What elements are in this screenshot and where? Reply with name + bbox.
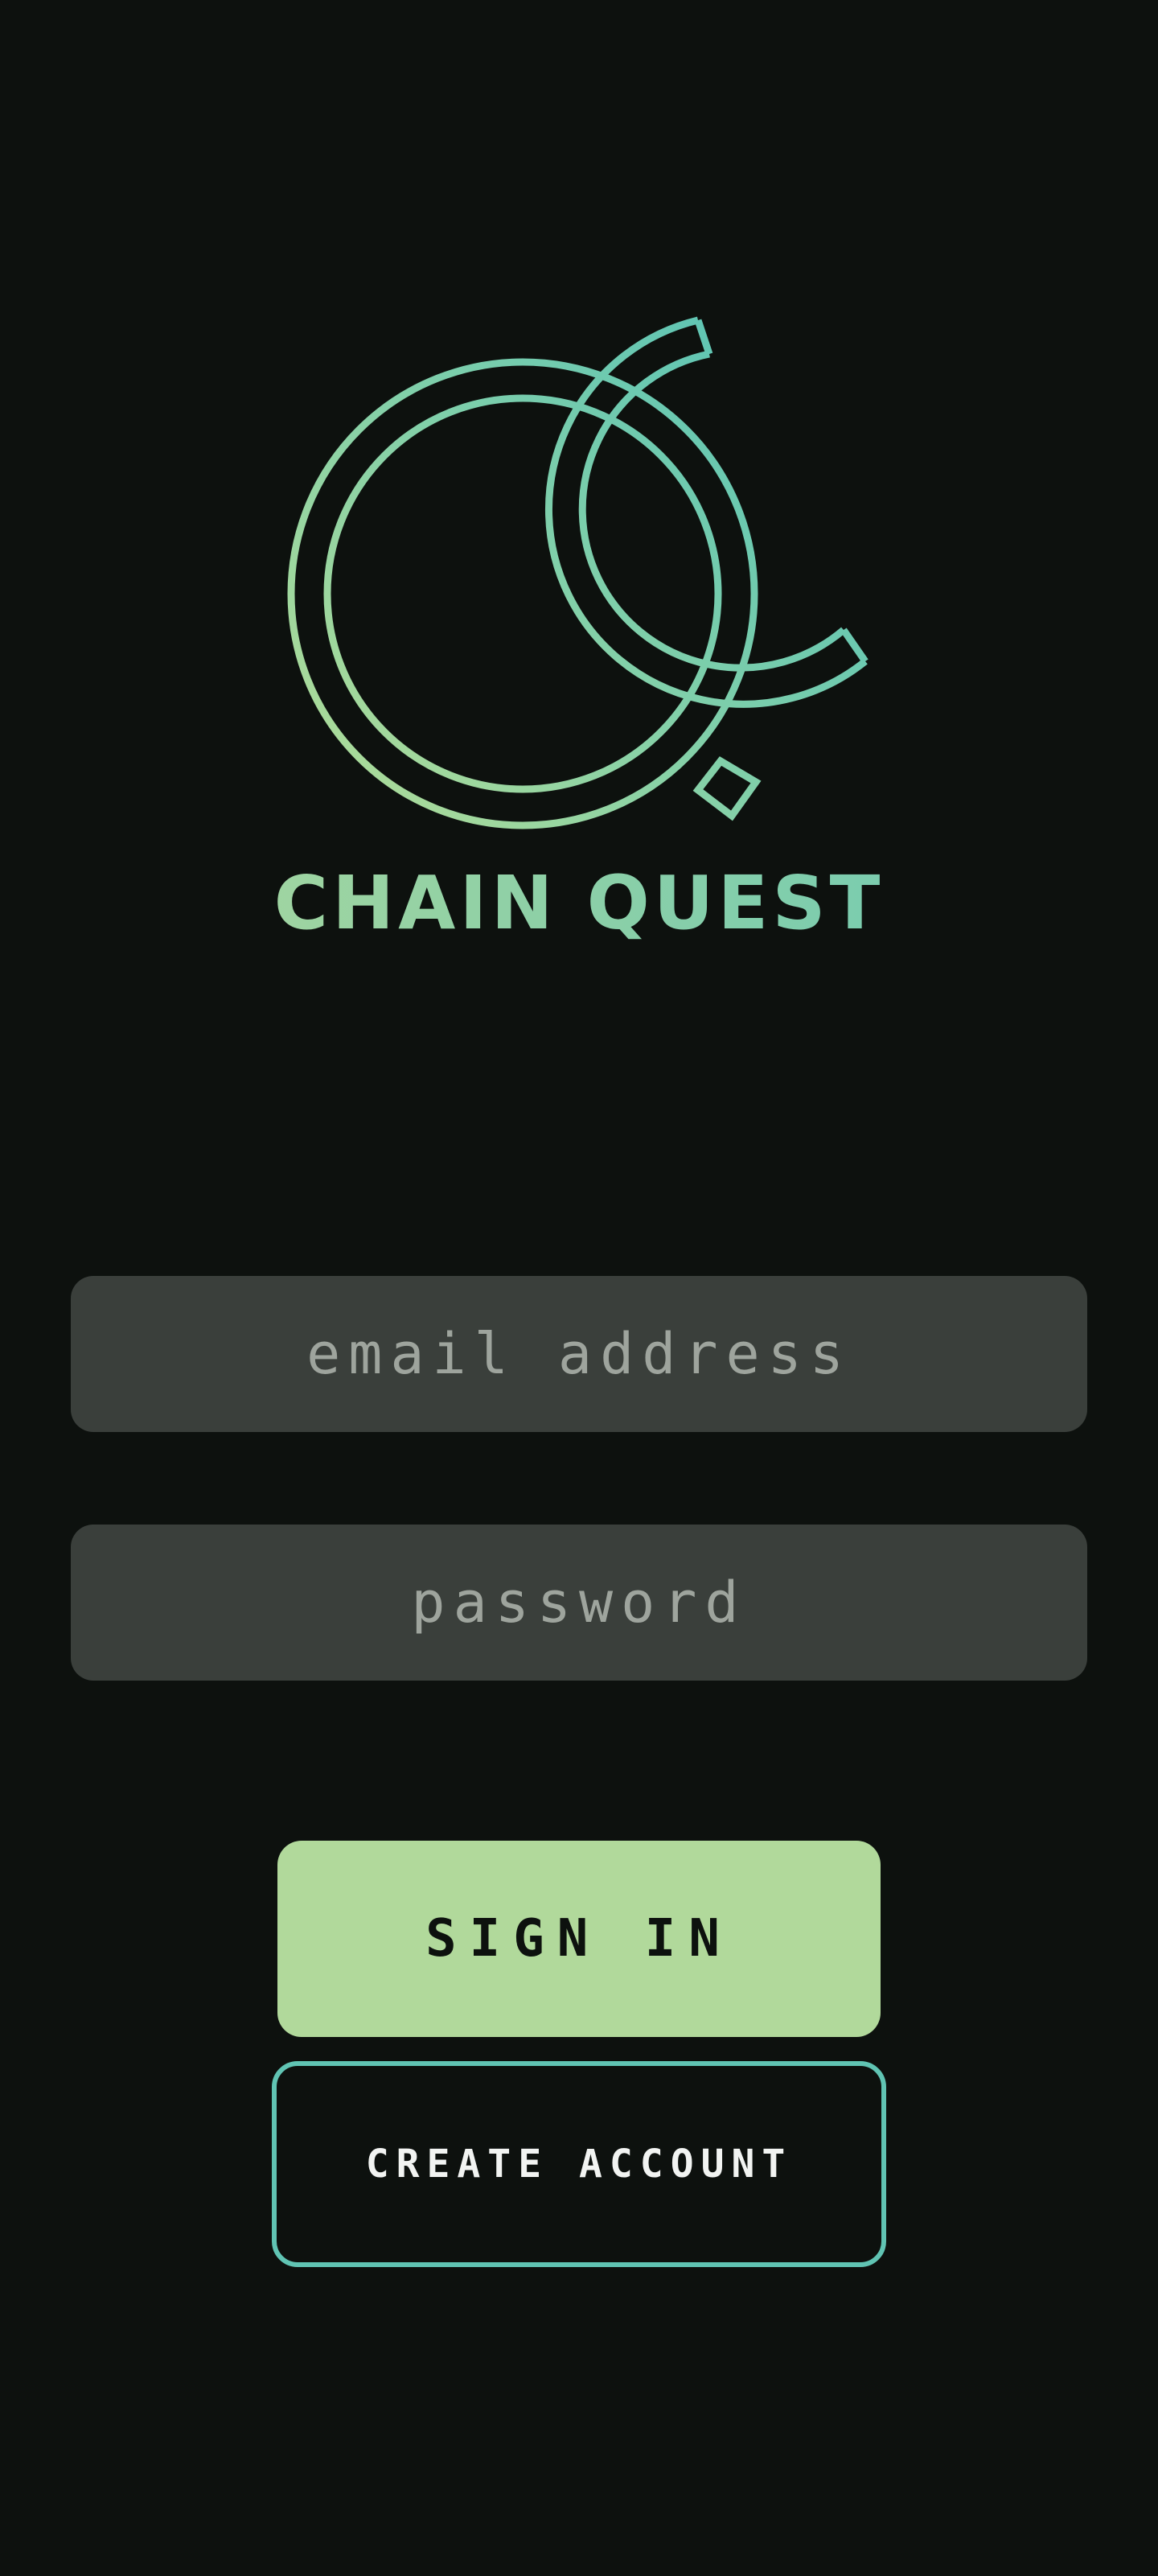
create-account-button[interactable]: CREATE ACCOUNT <box>272 2061 886 2267</box>
email-field[interactable] <box>71 1276 1087 1432</box>
app-title: CHAIN QUEST <box>0 859 1158 948</box>
create-account-label: CREATE ACCOUNT <box>365 2142 793 2187</box>
sign-in-label: SIGN IN <box>425 1909 733 1969</box>
sign-in-button[interactable]: SIGN IN <box>277 1841 881 2037</box>
password-field[interactable] <box>71 1525 1087 1681</box>
logo-area: CHAIN QUEST <box>0 0 1158 965</box>
chain-quest-logo-icon <box>287 316 868 829</box>
